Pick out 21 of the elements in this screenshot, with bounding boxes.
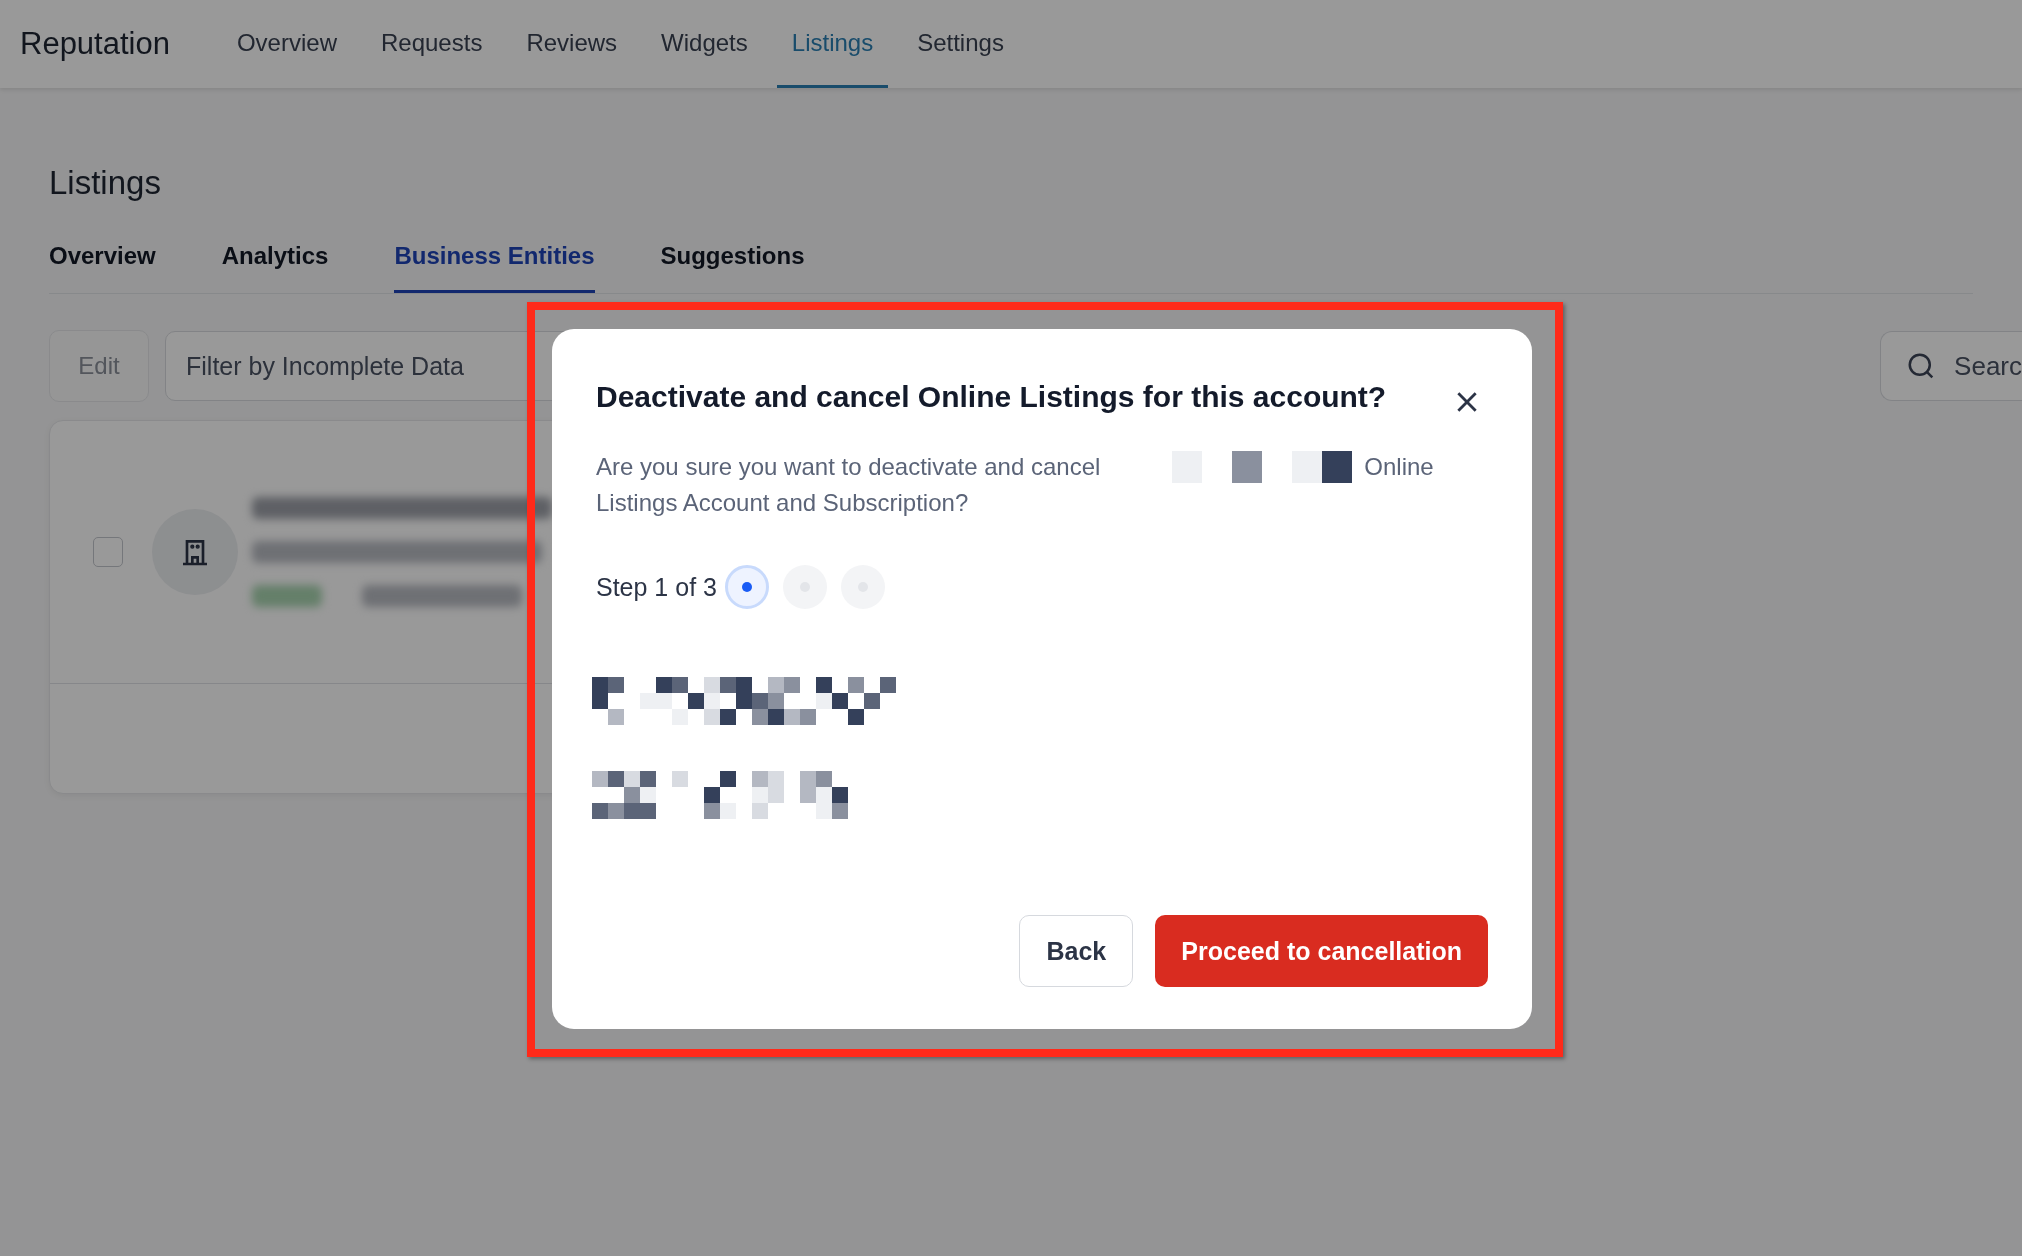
search-field[interactable]: Searc	[1880, 331, 2022, 401]
section-tab[interactable]: Suggestions	[660, 242, 805, 293]
section-tab[interactable]: Business Entities	[394, 242, 595, 293]
dialog-message: Online	[1364, 452, 1434, 482]
section-tab[interactable]: Overview	[49, 242, 156, 293]
nav-tab[interactable]: Settings	[902, 0, 1019, 88]
proceed-button[interactable]: Proceed to cancellation	[1155, 915, 1488, 987]
section-tab[interactable]: Analytics	[221, 242, 329, 293]
row-checkbox[interactable]	[93, 537, 123, 567]
step-label: Step 1 of 3	[596, 572, 717, 602]
nav-tab[interactable]: Requests	[366, 0, 498, 88]
back-button[interactable]: Back	[1019, 915, 1134, 987]
nav-tab[interactable]: Listings	[776, 0, 889, 88]
page-title: Listings	[49, 164, 162, 202]
nav-tab[interactable]: Widgets	[646, 0, 763, 88]
app-title: Reputation	[20, 26, 170, 62]
nav-tab[interactable]: Overview	[221, 0, 352, 88]
nav-tab[interactable]: Reviews	[511, 0, 633, 88]
dialog-message: Listings Account and Subscription?	[596, 488, 969, 518]
dialog-message: Are you sure you want to deactivate and cancel	[596, 452, 1101, 482]
blurred-badge	[252, 585, 322, 607]
